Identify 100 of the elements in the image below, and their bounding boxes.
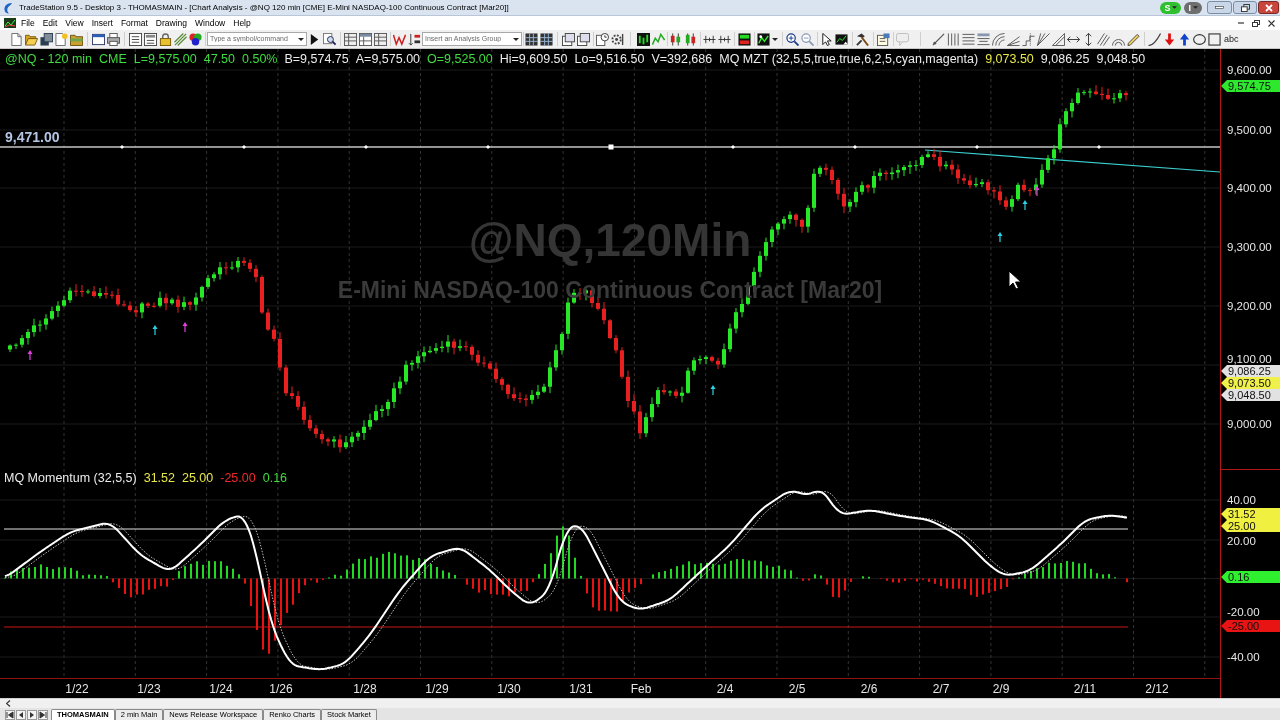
chart-style-icon[interactable] [757, 32, 770, 46]
up-arrow-icon[interactable] [1178, 32, 1191, 46]
caret-icon[interactable] [298, 37, 304, 41]
zoom-in-icon[interactable] [786, 32, 799, 46]
table-icon[interactable] [374, 32, 387, 46]
pencil-icon[interactable] [1127, 32, 1140, 46]
restore-icon[interactable] [1252, 19, 1260, 27]
menu-item[interactable]: File [17, 18, 39, 28]
horizontal-lines-icon[interactable] [962, 32, 975, 46]
price-tag: 9,086.25 [1221, 365, 1280, 377]
vertical-lines-icon[interactable] [947, 32, 960, 46]
price-tag: 9,048.50 [1221, 389, 1280, 401]
dotted-ring-icon[interactable] [611, 32, 624, 46]
sort-icon[interactable] [408, 32, 421, 46]
cursor-icon[interactable] [820, 32, 833, 46]
menu-item[interactable]: View [61, 18, 88, 28]
new-page-icon[interactable] [55, 32, 68, 46]
date-label: 2/7 [932, 682, 950, 696]
fan-lines-icon[interactable] [1037, 32, 1050, 46]
table-icon[interactable] [359, 32, 372, 46]
rectangle-icon[interactable] [1208, 32, 1221, 46]
grid-icon[interactable] [525, 32, 538, 46]
line-tool-icon[interactable] [932, 32, 945, 46]
caret-icon[interactable] [513, 37, 519, 41]
menu-item[interactable]: Format [116, 18, 152, 28]
color-balls-icon[interactable] [189, 32, 202, 46]
table-icon[interactable] [344, 32, 357, 46]
quote-text: V=392,686 [651, 52, 713, 66]
price-levels-icon[interactable] [977, 32, 990, 46]
arc-lines-icon[interactable] [992, 32, 1005, 46]
document-icon[interactable] [10, 32, 23, 46]
close-button[interactable] [1258, 1, 1279, 14]
indicator-scale-label: -40.00 [1227, 651, 1260, 663]
date-label: 1/29 [425, 682, 449, 696]
price-label: 9,400.00 [1227, 182, 1272, 194]
candlestick-icon[interactable] [669, 32, 682, 46]
indicator-scale-label: 20.00 [1227, 535, 1256, 547]
parallel-lines-icon[interactable] [1097, 32, 1110, 46]
window-stack-icon[interactable] [577, 32, 590, 46]
search-icon[interactable] [323, 32, 336, 46]
curve-icon[interactable] [1148, 32, 1161, 46]
down-arrow-icon[interactable] [1163, 32, 1176, 46]
minimize-icon[interactable] [1215, 6, 1224, 9]
ellipse-icon[interactable] [1193, 32, 1206, 46]
date-label: 2/12 [1145, 682, 1169, 696]
notepad-icon[interactable] [877, 32, 890, 46]
bar-chart-icon[interactable] [637, 32, 650, 46]
price-tag: 9,073.50 [1221, 377, 1280, 389]
list-icon[interactable] [129, 32, 142, 46]
indicator-value: MQ Momentum (32,5,5) [4, 471, 137, 485]
menu-item[interactable]: Edit [38, 18, 62, 28]
quote-text: 0.50% [242, 52, 278, 66]
price-label: 9,600.00 [1227, 64, 1272, 76]
list-icon[interactable] [144, 32, 157, 46]
close-icon[interactable] [1268, 19, 1275, 27]
zigzag-icon[interactable] [393, 32, 406, 46]
indicator-value: 0.16 [262, 471, 288, 485]
quote-text: L=9,575.00 [133, 52, 197, 66]
quote-text: CME [99, 52, 127, 66]
menu-item[interactable]: Help [229, 18, 255, 28]
indicator-scale-label: 40.00 [1227, 494, 1256, 506]
status-button[interactable]: I [1184, 1, 1202, 14]
window-icon[interactable] [92, 32, 105, 46]
lock-icon[interactable] [159, 32, 172, 46]
menu-item[interactable]: Drawing [151, 18, 191, 28]
menu-item[interactable]: Window [191, 18, 230, 28]
date-label: 1/24 [209, 682, 233, 696]
chart-insert-icon[interactable] [835, 32, 848, 46]
skip-to-first-icon[interactable] [5, 709, 15, 720]
text-tool-button[interactable]: abc [1223, 34, 1240, 44]
window-stack-icon[interactable] [562, 32, 575, 46]
stacked-squares-icon[interactable] [40, 32, 53, 46]
menu-item[interactable]: Insert [87, 18, 117, 28]
next-icon[interactable] [27, 709, 37, 720]
date-label: 1/31 [569, 682, 593, 696]
clock-icon[interactable] [596, 32, 609, 46]
minimize-button[interactable] [1207, 1, 1232, 14]
grid-icon[interactable] [540, 32, 553, 46]
date-label: 2/5 [788, 682, 806, 696]
previous-icon[interactable] [16, 709, 26, 720]
skip-to-last-icon[interactable] [38, 709, 48, 720]
date-label: 2/6 [860, 682, 878, 696]
date-label: 2/9 [992, 682, 1010, 696]
open-folder-icon[interactable] [25, 32, 38, 46]
date-label: 1/30 [497, 682, 521, 696]
restore-button[interactable] [1233, 1, 1257, 14]
quote-text: MQ MZT (32,5,5,true,true,6,2,5,cyan,magenta) [719, 52, 979, 66]
quote-text: B=9,574.75 [284, 52, 349, 66]
candlestick-icon[interactable] [684, 32, 697, 46]
hammer-icon[interactable] [856, 32, 869, 46]
caret-icon[interactable] [772, 37, 778, 41]
folder-icon[interactable] [70, 32, 83, 46]
indicator-scale-label: -20.00 [1227, 606, 1260, 618]
restore-icon[interactable] [1240, 3, 1250, 12]
scroll-left-icon[interactable] [6, 700, 11, 707]
quote-text: Lo=9,516.50 [574, 52, 645, 66]
color-block-icon[interactable] [738, 32, 751, 46]
step-lines-icon[interactable] [1022, 32, 1035, 46]
triangle-icon[interactable] [1052, 32, 1065, 46]
printer-icon[interactable] [107, 32, 120, 46]
